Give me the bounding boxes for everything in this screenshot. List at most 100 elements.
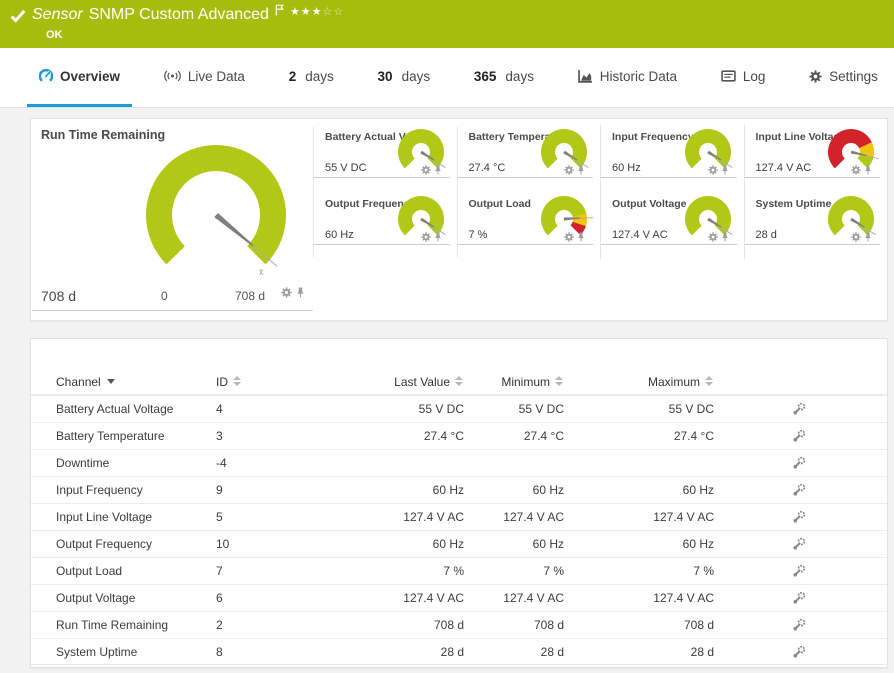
column-header-last-value[interactable]: Last Value	[304, 375, 464, 389]
channel-name: System Uptime	[56, 644, 138, 659]
pin-icon[interactable]	[434, 232, 442, 242]
tab-number: 365	[473, 68, 497, 84]
tab-live-data[interactable]: Live Data	[152, 48, 257, 107]
gauge-average-marker: x̄	[259, 267, 264, 277]
main-gauge-panel[interactable]: Run Time Remaining 0 708 d x̄ 708 d	[31, 119, 313, 311]
gauge-panel-system-uptime[interactable]: System Uptime 28 d	[743, 192, 888, 259]
channel-id: 2	[216, 618, 223, 632]
tab-label: Live Data	[187, 68, 245, 84]
edit-channel-button[interactable]	[792, 645, 806, 659]
gauge-panel-battery-temperature[interactable]: Battery Temperature 27.4 °C	[456, 125, 601, 192]
tab-number: 2	[288, 68, 297, 84]
tab-2-days[interactable]: 2 days	[277, 48, 346, 107]
gear-icon[interactable]	[851, 165, 861, 175]
gear-icon[interactable]	[564, 232, 574, 242]
gauge-panel-output-voltage[interactable]: Output Voltage 127.4 V AC	[600, 192, 744, 259]
gauge-panel-output-frequency[interactable]: Output Frequency 60 Hz	[313, 192, 457, 259]
panel-action-icons	[564, 232, 585, 242]
tab-365-days[interactable]: 365 days	[462, 48, 546, 107]
edit-channel-button[interactable]	[792, 429, 806, 443]
gauge-panel-input-frequency[interactable]: Input Frequency 60 Hz	[600, 125, 744, 192]
pin-icon[interactable]	[577, 232, 585, 242]
gauge-value: 28 d	[755, 229, 777, 241]
column-header-channel[interactable]: Channel	[56, 375, 216, 389]
edit-channel-button[interactable]	[792, 456, 806, 470]
priority-stars[interactable]: ★★★☆☆	[290, 5, 344, 18]
gauge-panel-battery-actual-voltage[interactable]: Battery Actual Voltage 55 V DC	[313, 125, 457, 192]
tab-number: 30	[377, 68, 393, 84]
channel-table-header: Channel ID Last Value Minimum Maximum	[31, 369, 887, 395]
star-empty-icon: ☆☆	[322, 6, 345, 18]
edit-channel-button[interactable]	[792, 510, 806, 524]
edit-channel-button[interactable]	[792, 564, 806, 578]
table-row-run-time-remaining: Run Time Remaining 2 708 d 708 d 708 d	[31, 611, 887, 638]
mini-gauge-grid: Battery Actual Voltage 55 V DC Battery Tem…	[313, 125, 887, 259]
tab-label: days	[505, 68, 534, 84]
edit-channel-button[interactable]	[792, 618, 806, 632]
pin-icon[interactable]	[296, 285, 305, 303]
channel-last-value: 27.4 °C	[423, 429, 464, 443]
gear-icon[interactable]	[564, 165, 574, 175]
gauge-panel-output-load[interactable]: Output Load 7 %	[456, 192, 601, 259]
column-header-label: ID	[216, 374, 228, 389]
channel-id: 9	[216, 483, 223, 497]
sort-desc-icon	[106, 379, 115, 384]
panel-action-icons	[707, 165, 729, 175]
pin-icon[interactable]	[864, 165, 872, 175]
column-header-maximum[interactable]: Maximum	[564, 375, 714, 389]
tab-30-days[interactable]: 30 days	[366, 48, 443, 107]
pin-icon[interactable]	[864, 232, 872, 242]
gauges-card: Run Time Remaining 0 708 d x̄ 708 d Batt…	[30, 118, 888, 321]
table-row-input-frequency: Input Frequency 9 60 Hz 60 Hz 60 Hz	[31, 476, 887, 503]
gear-icon	[809, 69, 822, 83]
table-row-battery-actual-voltage: Battery Actual Voltage 4 55 V DC 55 V DC 55 …	[31, 395, 887, 422]
gear-icon[interactable]	[420, 232, 431, 242]
pin-icon[interactable]	[577, 165, 585, 175]
edit-channel-button[interactable]	[792, 402, 806, 416]
tab-log[interactable]: Log	[709, 48, 778, 107]
column-header-label: Last Value	[394, 374, 450, 389]
channel-last-value: 60 Hz	[432, 537, 464, 551]
chart-icon	[577, 69, 593, 83]
edit-channel-button[interactable]	[792, 591, 806, 605]
channel-name: Output Load	[56, 564, 123, 578]
column-header-id[interactable]: ID	[216, 375, 304, 389]
pin-icon[interactable]	[721, 232, 729, 242]
table-row-output-voltage: Output Voltage 6 127.4 V AC 127.4 V AC 127.4…	[31, 584, 887, 611]
column-header-minimum[interactable]: Minimum	[464, 375, 564, 389]
gear-icon[interactable]	[707, 165, 718, 175]
gear-icon[interactable]	[707, 232, 718, 242]
live-icon	[163, 70, 181, 82]
channel-table-body: Battery Actual Voltage 4 55 V DC 55 V DC 55 …	[31, 395, 887, 665]
gear-icon[interactable]	[281, 285, 292, 303]
channel-minimum: 7 %	[543, 564, 564, 578]
tab-settings[interactable]: Settings	[797, 48, 890, 107]
channel-name: Output Frequency	[56, 537, 153, 551]
channel-last-value: 127.4 V AC	[403, 510, 464, 524]
table-row-battery-temperature: Battery Temperature 3 27.4 °C 27.4 °C 27.4 °…	[31, 422, 887, 449]
pin-icon[interactable]	[434, 165, 442, 175]
tab-overview[interactable]: Overview	[27, 48, 133, 107]
channel-maximum: 55 V DC	[668, 402, 714, 416]
edit-channel-button[interactable]	[792, 483, 806, 497]
tab-historic-data[interactable]: Historic Data	[566, 48, 689, 107]
channel-id: 5	[216, 510, 223, 524]
channel-minimum: 708 d	[533, 618, 564, 632]
main-content: Run Time Remaining 0 708 d x̄ 708 d Batt…	[0, 108, 894, 673]
gear-icon[interactable]	[851, 232, 861, 242]
pin-icon[interactable]	[721, 165, 729, 175]
channel-id: 7	[216, 564, 223, 578]
channel-last-value: 55 V DC	[418, 402, 464, 416]
edit-channel-button[interactable]	[792, 537, 806, 551]
gauge-scale-max: 708 d	[235, 289, 266, 303]
channel-minimum: 60 Hz	[532, 483, 564, 497]
flag-icon[interactable]	[275, 3, 284, 21]
channel-maximum: 127.4 V AC	[653, 510, 714, 524]
gauge-panel-input-line-voltage[interactable]: Input Line Voltage 127.4 V AC	[743, 125, 888, 192]
tab-label: Settings	[829, 68, 878, 84]
channel-maximum: 708 d	[683, 618, 714, 632]
gear-icon[interactable]	[420, 165, 431, 175]
channel-name: Downtime	[56, 456, 110, 470]
tab-label: Log	[742, 68, 766, 84]
table-row-output-load: Output Load 7 7 % 7 % 7 %	[31, 557, 887, 584]
